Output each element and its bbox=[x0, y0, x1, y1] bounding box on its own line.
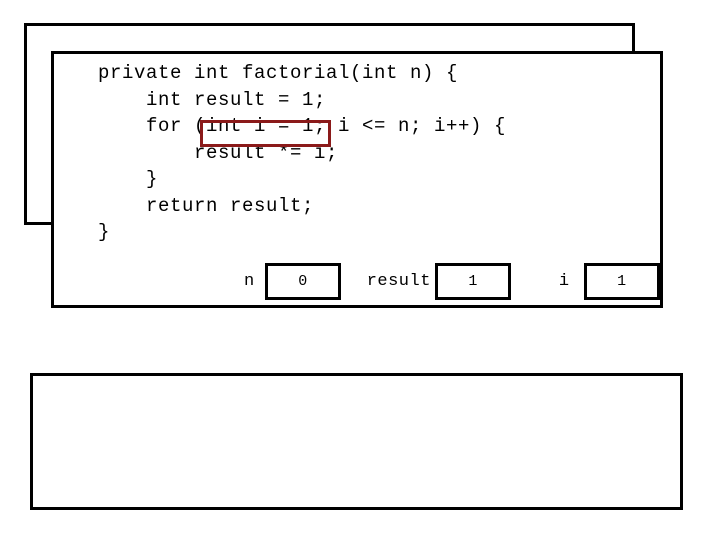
variable-result-label: result bbox=[366, 271, 431, 291]
code-line-0: private int factorial(int n) { bbox=[98, 62, 459, 84]
variable-result: result 1 bbox=[366, 262, 511, 300]
variable-n: n 0 bbox=[244, 262, 341, 300]
variable-result-value-box: 1 bbox=[434, 262, 511, 300]
code-block: private int factorial(int n) { int resul… bbox=[98, 60, 506, 246]
code-line-3: result *= i; bbox=[98, 141, 339, 164]
code-line-6: } bbox=[98, 221, 111, 243]
variable-i: i 1 bbox=[558, 262, 660, 300]
code-line-2: for (int i = 1; i <= n; i++) { bbox=[98, 115, 507, 137]
variable-i-label: i bbox=[558, 271, 570, 291]
code-line-4: } bbox=[98, 168, 159, 190]
code-line-1: int result = 1; bbox=[98, 88, 327, 111]
variable-n-value-box: 0 bbox=[264, 262, 341, 300]
variable-i-value-box: 1 bbox=[583, 262, 660, 300]
code-line-5: return result; bbox=[98, 194, 315, 217]
slide-canvas: private int factorial(int n) { int resul… bbox=[0, 0, 720, 540]
current-call-frame-card: private int factorial(int n) { int resul… bbox=[51, 51, 663, 308]
variable-watch-row: n 0 result 1 i 1 bbox=[244, 261, 660, 301]
variable-n-label: n bbox=[244, 271, 255, 291]
output-console-panel bbox=[30, 373, 683, 510]
